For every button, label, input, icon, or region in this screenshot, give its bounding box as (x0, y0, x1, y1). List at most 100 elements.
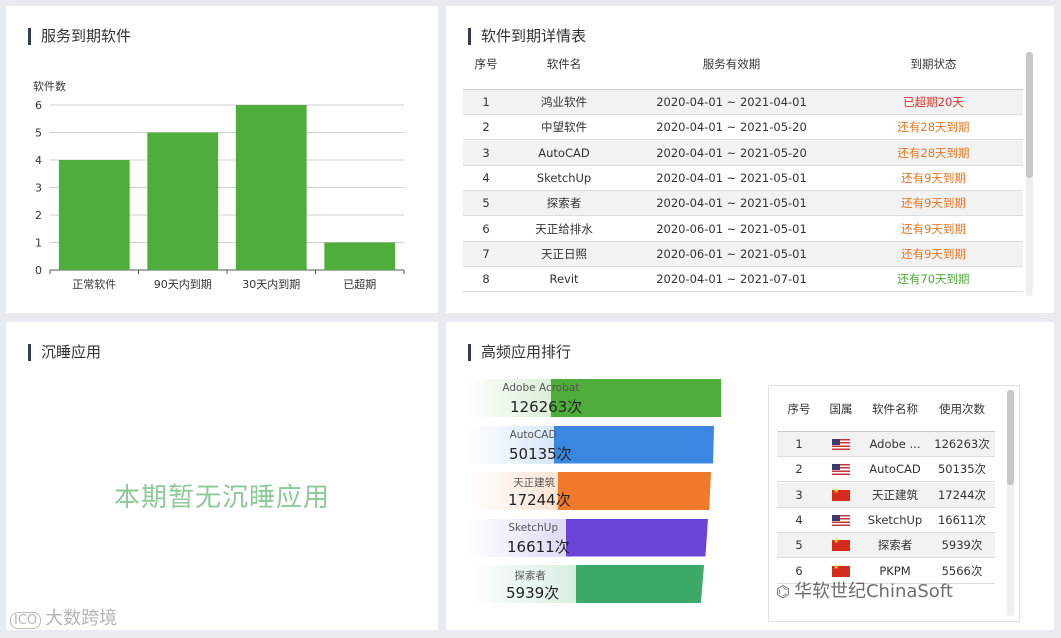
funnel-item[interactable]: Adobe Acrobat 126263次 (466, 379, 726, 417)
cell-no: 6 (795, 563, 803, 578)
y-tick-label: 1 (35, 237, 42, 250)
cell-name: 天正建筑 (872, 487, 918, 502)
funnel-count: 5939次 (506, 584, 560, 602)
y-tick-label: 0 (35, 264, 42, 277)
column-header: 软件名称 (872, 401, 918, 416)
table-row[interactable]: 2 中望软件 2020-04-01 ~ 2021-05-20 还有28天到期 (463, 115, 1023, 141)
funnel-count: 50135次 (509, 444, 572, 463)
cell-name: Adobe ... (869, 437, 921, 451)
cell-flag (821, 437, 861, 451)
table-row[interactable]: 4 SketchUp 16611次 (777, 508, 995, 533)
y-tick-label: 5 (35, 127, 42, 140)
cell-name: PKPM (879, 563, 911, 578)
table-row[interactable]: 4 SketchUp 2020-04-01 ~ 2021-05-01 还有9天到期 (463, 166, 1023, 191)
expiry-detail-panel: 软件到期详情表 序号 软件名 服务有效期 到期状态 1 鸿业软件 2020-04-01 ~ … (446, 6, 1054, 313)
scroll-thumb[interactable] (1026, 52, 1033, 178)
cell-name: 鸿业软件 (541, 95, 587, 109)
cell-period: 2020-06-01 ~ 2021-05-01 (656, 221, 807, 236)
usage-funnel: Adobe Acrobat 126263次 AutoCAD 50135次 天正建筑 172… (466, 379, 726, 609)
cell-status: 还有9天到期 (901, 246, 966, 261)
scroll-thumb[interactable] (1007, 390, 1014, 485)
cell-no: 5 (795, 538, 803, 553)
cell-name: AutoCAD (538, 145, 590, 160)
table-row[interactable]: 5 探索者 5939次 (777, 533, 995, 559)
cell-flag (821, 564, 861, 578)
table-row[interactable]: 5 探索者 2020-04-01 ~ 2021-05-01 还有9天到期 (463, 191, 1023, 217)
wechat-icon: ⌬ (776, 582, 790, 601)
cell-no: 5 (482, 196, 490, 211)
cn-flag-icon (832, 564, 850, 577)
table-row[interactable]: 3 天正建筑 17244次 (777, 482, 995, 508)
x-tick-label: 已超期 (343, 277, 376, 291)
cell-name: AutoCAD (869, 462, 921, 477)
cell-flag (821, 488, 861, 502)
cell-name: SketchUp (867, 512, 923, 527)
funnel-item[interactable]: 天正建筑 17244次 (466, 472, 726, 510)
cell-status: 还有28天到期 (897, 145, 970, 160)
cell-flag (821, 513, 861, 527)
funnel-item[interactable]: 探索者 5939次 (466, 565, 726, 603)
funnel-count: 17244次 (508, 491, 571, 509)
cell-period: 2020-04-01 ~ 2021-04-01 (656, 95, 807, 109)
table-row[interactable]: 8 Revit 2020-04-01 ~ 2021-07-01 还有70天到期 (463, 267, 1023, 293)
watermark-right: ⌬ 华软世纪ChinaSoft (776, 581, 953, 602)
cell-name: 探索者 (546, 196, 582, 211)
x-tick-label: 正常软件 (72, 277, 116, 291)
cell-status: 还有9天到期 (901, 170, 966, 185)
cell-no: 4 (482, 170, 490, 185)
y-tick-label: 3 (35, 182, 42, 195)
funnel-count: 126263次 (510, 398, 583, 416)
cell-status: 还有9天到期 (901, 221, 966, 236)
cell-status: 还有28天到期 (897, 120, 970, 135)
cell-name: 天正给排水 (535, 221, 593, 236)
table-row[interactable]: 7 天正日照 2020-06-01 ~ 2021-05-01 还有9天到期 (463, 241, 1023, 267)
dormant-empty-message: 本期暂无沉睡应用 (113, 483, 330, 513)
y-tick-label: 2 (35, 209, 42, 222)
ranking-title: 高频应用排行 (468, 344, 571, 361)
funnel-item[interactable]: SketchUp 16611次 (466, 518, 726, 557)
expiry-table: 序号 软件名 服务有效期 到期状态 1 鸿业软件 2020-04-01 ~ 2021-04-… (463, 48, 1023, 298)
column-header: 使用次数 (939, 401, 985, 416)
expiry-detail-title: 软件到期详情表 (468, 28, 586, 45)
usage-table-scrollbar[interactable] (1007, 390, 1014, 616)
x-tick-label: 30天内到期 (242, 277, 300, 291)
y-tick-label: 6 (35, 99, 42, 112)
funnel-item[interactable]: AutoCAD 50135次 (466, 425, 726, 464)
bar (58, 160, 130, 270)
cell-no: 7 (482, 246, 490, 261)
cell-no: 6 (482, 221, 490, 236)
table-row[interactable]: 6 天正给排水 2020-06-01 ~ 2021-05-01 还有9天到期 (463, 217, 1023, 242)
cell-flag (821, 462, 861, 476)
table-row[interactable]: 3 AutoCAD 2020-04-01 ~ 2021-05-20 还有28天到期 (463, 140, 1023, 166)
cell-name: Revit (549, 272, 579, 287)
service-expiry-panel: 服务到期软件 软件数 0 1 2 3 4 5 6 正常软件 90天内到期 30天内到期 已超期 (6, 6, 438, 313)
dormant-apps-title: 沉睡应用 (28, 344, 101, 361)
cn-flag-icon (832, 488, 850, 501)
cell-status: 还有9天到期 (901, 196, 966, 211)
funnel-bar (554, 425, 714, 464)
table-row[interactable]: 1 鸿业软件 2020-04-01 ~ 2021-04-01 已超期20天 (463, 90, 1023, 115)
expiry-table-scrollbar[interactable] (1026, 52, 1033, 296)
cell-period: 2020-04-01 ~ 2021-05-01 (656, 170, 807, 185)
cell-no: 3 (482, 145, 490, 160)
column-header: 序号 (474, 57, 498, 71)
cell-name: 天正日照 (541, 246, 587, 261)
cell-period: 2020-04-01 ~ 2021-05-20 (656, 145, 807, 160)
y-tick-label: 4 (35, 154, 42, 167)
column-header: 序号 (787, 401, 811, 416)
ranking-panel: 高频应用排行 Adobe Acrobat 126263次 AutoCAD 50135次… (446, 322, 1054, 630)
cell-period: 2020-06-01 ~ 2021-05-01 (656, 246, 807, 261)
funnel-label: 探索者 (514, 570, 546, 582)
us-flag-icon (832, 514, 850, 526)
y-axis-label: 软件数 (33, 79, 66, 93)
table-row[interactable]: 1 Adobe ... 126263次 (777, 432, 995, 457)
table-header: 序号 软件名 服务有效期 到期状态 (463, 48, 1023, 90)
cell-name: SketchUp (536, 170, 592, 185)
table-row[interactable]: 2 AutoCAD 50135次 (777, 457, 995, 483)
watermark-logo-icon: ICO (10, 612, 42, 629)
cell-count: 5939次 (941, 538, 983, 553)
bar (147, 132, 219, 270)
cn-flag-icon (832, 538, 850, 552)
funnel-label: SketchUp (508, 521, 559, 534)
funnel-bar (566, 518, 708, 557)
